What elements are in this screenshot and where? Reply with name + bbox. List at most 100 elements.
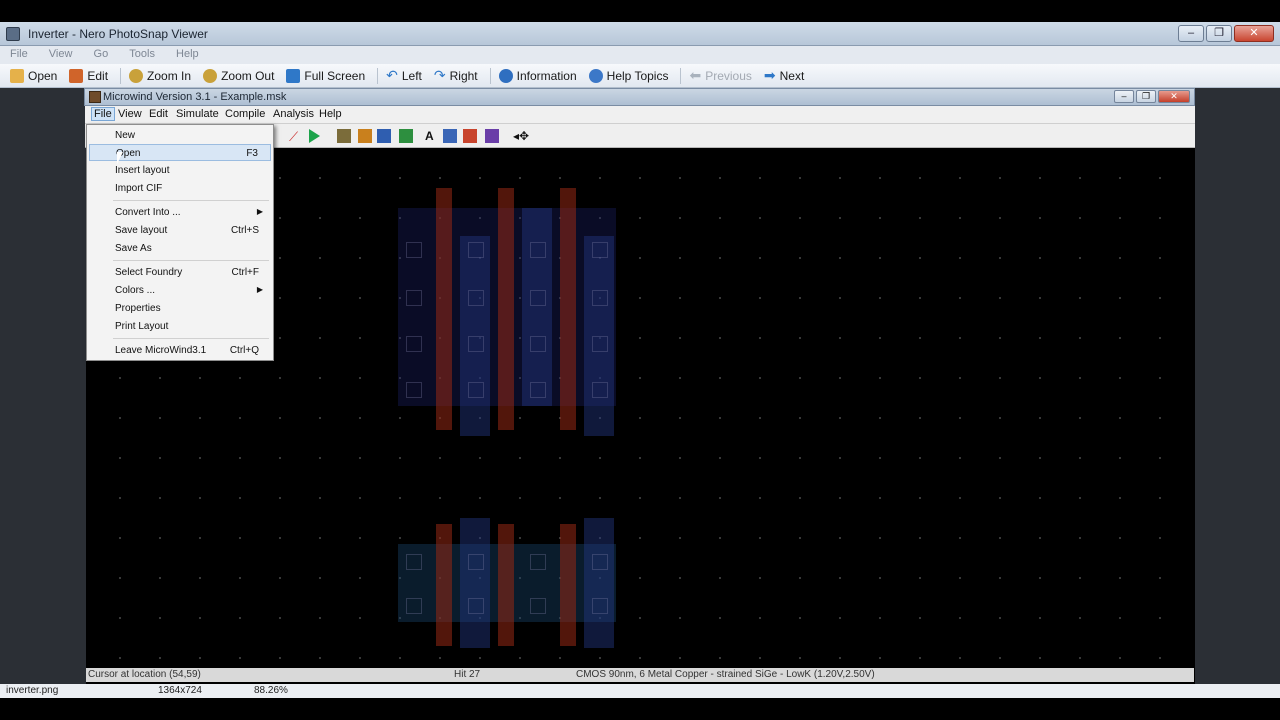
viewer-menu-go[interactable]: Go [84, 46, 117, 60]
menu-help[interactable]: Help [319, 108, 342, 120]
connect-icon[interactable] [443, 129, 457, 143]
app-icon [6, 27, 20, 41]
metal-strip [460, 518, 490, 648]
edit-button[interactable]: Edit [69, 68, 108, 83]
contact [468, 554, 484, 570]
open-button[interactable]: Open [10, 68, 57, 83]
duplicate-icon[interactable] [377, 129, 391, 143]
menu-compile[interactable]: Compile [225, 108, 265, 120]
menu-item-colors[interactable]: Colors ... ▶ [89, 282, 271, 299]
rotate-right-button[interactable]: ↷ Right [434, 67, 478, 84]
microwind-maximize-button[interactable]: ❐ [1136, 90, 1156, 103]
viewer-title: Inverter - Nero PhotoSnap Viewer [28, 27, 208, 41]
rotate-right-icon: ↷ [433, 67, 446, 83]
stretch-icon[interactable] [358, 129, 372, 143]
arrow-right-icon: ➡ [763, 67, 776, 83]
viewer-title-bar: Inverter - Nero PhotoSnap Viewer – ❐ ✕ [0, 22, 1280, 46]
help-icon [588, 68, 603, 83]
text-icon[interactable]: A [425, 129, 439, 143]
menu-item-save-layout[interactable]: Save layout Ctrl+S [89, 222, 271, 239]
minimize-button[interactable]: – [1178, 25, 1204, 42]
pan-icon[interactable]: ◂✥ [513, 129, 529, 143]
menu-simulate[interactable]: Simulate [176, 108, 219, 120]
zoom-out-button[interactable]: Zoom Out [203, 68, 274, 83]
menu-item-convert-into[interactable]: Convert Into ... ▶ [89, 204, 271, 221]
zoom-in-icon [129, 68, 144, 83]
help-topics-button[interactable]: Help Topics [588, 68, 668, 83]
microwind-title: Microwind Version 3.1 - Example.msk [103, 91, 287, 103]
contact [406, 382, 422, 398]
viewer-menu-file[interactable]: File [0, 46, 36, 60]
viewer-menu-bar: File View Go Tools Help [0, 46, 1280, 64]
status-zoom: 88.26% [254, 685, 288, 696]
contact [530, 598, 546, 614]
submenu-arrow-icon: ▶ [256, 207, 263, 216]
menu-item-save-as[interactable]: Save As [89, 240, 271, 257]
full-screen-button[interactable]: Full Screen [286, 68, 365, 83]
next-button[interactable]: ➡ Next [764, 67, 804, 84]
contact [468, 382, 484, 398]
contact [468, 598, 484, 614]
poly-gate [560, 524, 576, 646]
move-icon[interactable] [399, 129, 413, 143]
rotate-left-icon: ↶ [386, 67, 398, 83]
zoom-in-button[interactable]: Zoom In [129, 68, 191, 83]
technology-info: CMOS 90nm, 6 Metal Copper - strained SiG… [576, 669, 875, 680]
close-button[interactable]: ✕ [1234, 25, 1274, 42]
microwind-minimize-button[interactable]: – [1114, 90, 1134, 103]
run-simulation-icon[interactable] [309, 129, 320, 143]
poly-gate [498, 188, 514, 430]
open-folder-icon [10, 68, 24, 83]
poly-gate [436, 188, 452, 430]
rotate-left-button[interactable]: ↶ Left [386, 67, 422, 84]
menu-file[interactable]: File [91, 107, 115, 121]
measure-icon[interactable]: ⟋ [289, 129, 303, 144]
menu-item-print-layout[interactable]: Print Layout [89, 318, 271, 335]
menu-item-insert-layout[interactable]: Insert layout [89, 162, 271, 179]
file-dropdown-menu: New Open F3 Insert layout Import CIF Con… [86, 124, 274, 361]
submenu-arrow-icon: ▶ [256, 285, 263, 294]
contact [530, 554, 546, 570]
metal-strip [584, 518, 614, 648]
poly-gate [498, 524, 514, 646]
contact [406, 242, 422, 258]
maximize-button[interactable]: ❐ [1206, 25, 1232, 42]
edit-icon [69, 68, 84, 83]
menu-item-new[interactable]: New [89, 127, 271, 144]
metal-strip [522, 208, 552, 406]
full-screen-icon [286, 68, 301, 83]
viewer-menu-tools[interactable]: Tools [119, 46, 163, 60]
contact [592, 554, 608, 570]
hit-count: Hit 27 [454, 669, 481, 680]
contact [530, 290, 546, 306]
menu-view[interactable]: View [118, 108, 142, 120]
menu-item-select-foundry[interactable]: Select Foundry Ctrl+F [89, 264, 271, 281]
viewer-menu-view[interactable]: View [39, 46, 81, 60]
menu-edit[interactable]: Edit [149, 108, 168, 120]
contact [530, 382, 546, 398]
contact [468, 242, 484, 258]
menu-item-properties[interactable]: Properties [89, 300, 271, 317]
contact [592, 290, 608, 306]
contact [468, 290, 484, 306]
layers-icon[interactable] [485, 129, 499, 143]
microwind-status-bar: Cursor at location (54,59) Hit 27 CMOS 9… [86, 668, 1194, 682]
menu-item-leave[interactable]: Leave MicroWind3.1 Ctrl+Q [89, 342, 271, 359]
information-button[interactable]: Information [498, 68, 577, 83]
cut-icon[interactable] [337, 129, 351, 143]
microwind-close-button[interactable]: ✕ [1158, 90, 1190, 103]
menu-analysis[interactable]: Analysis [273, 108, 314, 120]
viewer-menu-help[interactable]: Help [166, 46, 207, 60]
mouse-cursor-icon [117, 152, 123, 164]
zoom-out-icon [203, 68, 218, 83]
poly-gate [436, 524, 452, 646]
menu-item-import-cif[interactable]: Import CIF [89, 180, 271, 197]
viewer-left-margin [0, 88, 86, 686]
contact [592, 598, 608, 614]
diagram-icon[interactable] [463, 129, 477, 143]
previous-button[interactable]: ⬅ Previous [689, 67, 751, 84]
viewer-right-margin [1195, 88, 1280, 686]
info-icon [498, 68, 513, 83]
arrow-left-icon: ⬅ [689, 67, 702, 83]
contact [592, 336, 608, 352]
